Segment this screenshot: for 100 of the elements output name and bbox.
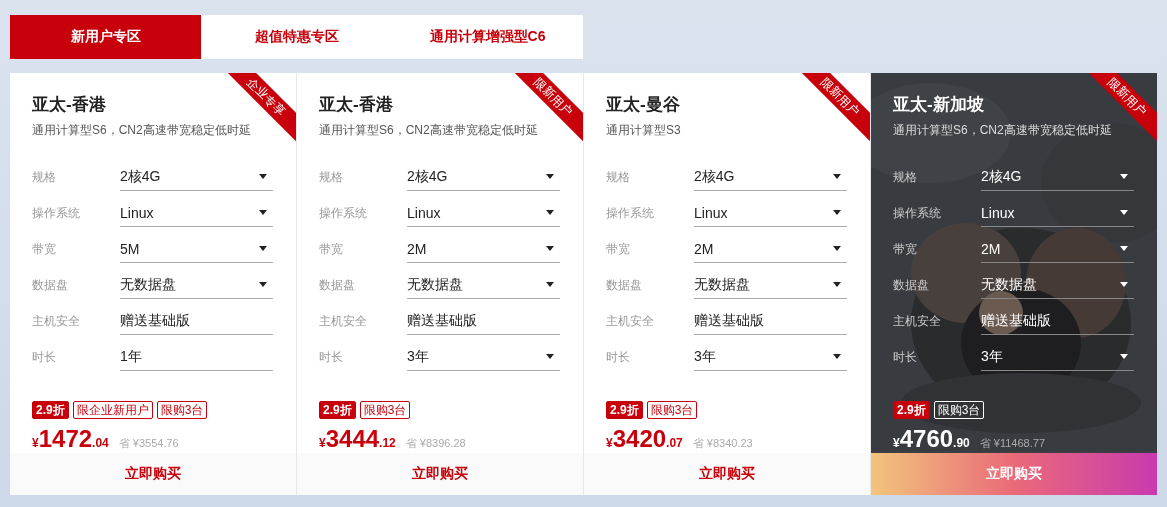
value-field[interactable]: 赠送基础版 [407,307,560,335]
dropdown[interactable]: 3年 [981,343,1134,371]
tag: 限购3台 [646,401,698,419]
saving-amount: 省 ¥3554.76 [118,436,179,451]
price: 3420 [612,425,667,453]
value-field[interactable]: 赠送基础版 [120,307,273,335]
tab[interactable]: 新用户专区 [10,15,201,59]
dropdown[interactable]: 2M [694,235,847,263]
dropdown[interactable]: 2M [407,235,560,263]
dropdown[interactable]: 无数据盘 [120,271,273,299]
field-label: 主机安全 [606,312,655,330]
card-title: 亚太-香港 [319,94,393,116]
field-label: 规格 [32,168,57,186]
dropdown[interactable]: 无数据盘 [981,271,1134,299]
price-cents: .07 [666,436,683,450]
caret-icon [833,354,841,359]
field-label: 操作系统 [893,204,942,222]
card-subtitle: 通用计算型S6，CN2高速带宽稳定低时延 [319,122,539,139]
buy-button[interactable]: 立即购买 [10,453,296,495]
price: 3444 [325,425,380,453]
price-cents: .12 [379,436,396,450]
buy-button[interactable]: 立即购买 [584,453,870,495]
price: 4760 [899,425,954,453]
card-subtitle: 通用计算型S3 [606,122,682,139]
caret-icon [546,210,554,215]
tag: 2.9折 [319,401,356,419]
currency-sign: ¥ [606,436,613,450]
dropdown[interactable]: 无数据盘 [407,271,560,299]
card-subtitle: 通用计算型S6，CN2高速带宽稳定低时延 [893,122,1113,139]
dropdown[interactable]: Linux [120,199,273,227]
caret-icon [546,246,554,251]
field-label: 带宽 [319,240,344,258]
caret-icon [546,354,554,359]
price-cents: .04 [92,436,109,450]
price-cents: .90 [953,436,970,450]
field-label: 数据盘 [606,276,643,294]
card-title: 亚太-新加坡 [893,94,984,116]
price: 1472 [38,425,93,453]
caret-icon [1120,282,1128,287]
tag: 2.9折 [893,401,930,419]
field-label: 带宽 [32,240,57,258]
field-label: 时长 [893,348,918,366]
tag: 2.9折 [606,401,643,419]
caret-icon [259,246,267,251]
dropdown[interactable]: Linux [694,199,847,227]
field-label: 操作系统 [32,204,81,222]
caret-icon [259,282,267,287]
dropdown[interactable]: 2核4G [407,163,560,191]
field-label: 数据盘 [32,276,69,294]
field-label: 时长 [606,348,631,366]
field-label: 数据盘 [319,276,356,294]
caret-icon [1120,354,1128,359]
buy-button[interactable]: 立即购买 [297,453,583,495]
caret-icon [259,174,267,179]
card-title: 亚太-曼谷 [606,94,680,116]
dropdown[interactable]: 2核4G [120,163,273,191]
field-label: 主机安全 [893,312,942,330]
field-label: 操作系统 [606,204,655,222]
tag: 限购3台 [156,401,208,419]
caret-icon [833,210,841,215]
caret-icon [1120,246,1128,251]
field-label: 规格 [319,168,344,186]
dropdown[interactable]: Linux [981,199,1134,227]
field-label: 带宽 [893,240,918,258]
field-label: 时长 [32,348,57,366]
tag: 限购3台 [933,401,985,419]
dropdown[interactable]: 无数据盘 [694,271,847,299]
card-subtitle: 通用计算型S6，CN2高速带宽稳定低时延 [32,122,252,139]
tag: 2.9折 [32,401,69,419]
value-field[interactable]: 赠送基础版 [981,307,1134,335]
tag: 限购3台 [359,401,411,419]
dropdown[interactable]: 2M [981,235,1134,263]
field-label: 时长 [319,348,344,366]
field-label: 规格 [893,168,918,186]
caret-icon [259,210,267,215]
saving-amount: 省 ¥8396.28 [405,436,466,451]
field-label: 主机安全 [319,312,368,330]
caret-icon [1120,174,1128,179]
field-label: 带宽 [606,240,631,258]
field-label: 主机安全 [32,312,81,330]
currency-sign: ¥ [32,436,39,450]
dropdown[interactable]: 2核4G [981,163,1134,191]
value-field[interactable]: 1年 [120,343,273,371]
caret-icon [833,246,841,251]
caret-icon [546,282,554,287]
field-label: 操作系统 [319,204,368,222]
dropdown[interactable]: 2核4G [694,163,847,191]
caret-icon [1120,210,1128,215]
caret-icon [833,174,841,179]
dropdown[interactable]: Linux [407,199,560,227]
dropdown[interactable]: 3年 [694,343,847,371]
currency-sign: ¥ [893,436,900,450]
currency-sign: ¥ [319,436,326,450]
value-field[interactable]: 赠送基础版 [694,307,847,335]
caret-icon [546,174,554,179]
dropdown[interactable]: 5M [120,235,273,263]
card-title: 亚太-香港 [32,94,106,116]
saving-amount: 省 ¥11468.77 [979,436,1045,451]
dropdown[interactable]: 3年 [407,343,560,371]
tag: 限企业新用户 [72,401,153,419]
